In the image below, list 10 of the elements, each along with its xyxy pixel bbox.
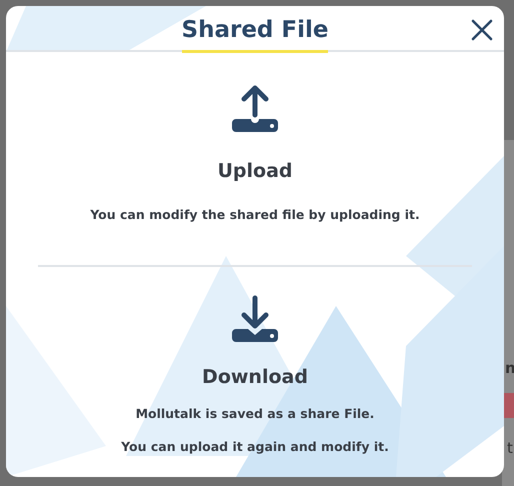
section-heading: Download	[202, 364, 308, 390]
description-text: Mollutalk is saved as a share File.	[136, 405, 374, 423]
upload-icon	[230, 85, 280, 135]
close-icon	[471, 19, 493, 41]
section-heading: Upload	[217, 159, 293, 184]
background-text: t	[507, 441, 513, 456]
dialog-title: Shared File	[182, 10, 328, 52]
download-icon	[230, 294, 280, 344]
description-text: You can upload it again and modify it.	[121, 438, 389, 456]
description-text: You can modify the shared file by uploading it.	[90, 206, 420, 224]
